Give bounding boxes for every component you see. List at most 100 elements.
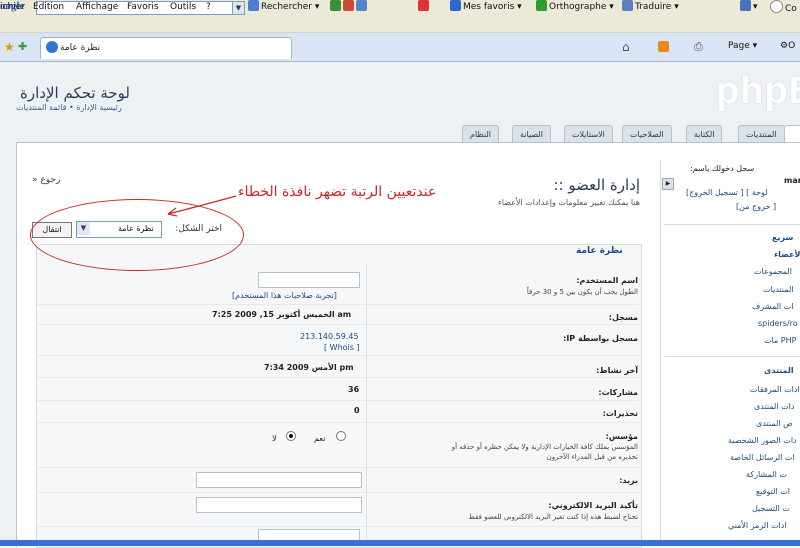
- spellcheck-button[interactable]: Orthographe ▾: [536, 0, 614, 15]
- sidebar-divider: [664, 356, 800, 357]
- feeds-icon[interactable]: [658, 41, 669, 52]
- annotation-ellipse: [30, 199, 244, 271]
- tab-forums[interactable]: المنتديات: [738, 125, 785, 143]
- email-confirm-field[interactable]: [196, 497, 362, 513]
- star-icon: [450, 0, 461, 11]
- toolbar-icons-group[interactable]: [330, 0, 369, 15]
- menu-file[interactable]: ichier: [0, 2, 25, 12]
- tools-menu-button[interactable]: ⚙O: [780, 41, 795, 51]
- row-divider: [37, 355, 639, 356]
- sidebar-border: [660, 160, 661, 546]
- menu-view[interactable]: Affichage: [76, 2, 118, 12]
- tab-maintenance[interactable]: الصيانة: [512, 125, 551, 143]
- home-icon[interactable]: ⌂: [622, 40, 630, 54]
- flag-button[interactable]: [418, 0, 431, 15]
- logged-in-username: mar: [784, 176, 800, 185]
- row-divider: [37, 526, 639, 527]
- back-link[interactable]: » رجوع: [32, 175, 60, 185]
- popup-block-icon: [343, 0, 354, 11]
- tab-permissions[interactable]: الصلاحيات: [622, 125, 672, 143]
- email-confirm-hint: تحتاج لضبط هذه إذا كنت تغير البريد الالك…: [468, 513, 638, 521]
- username-field[interactable]: [258, 272, 360, 288]
- page-title: لوحة تحكم الإدارة: [20, 84, 130, 102]
- row-divider: [37, 467, 639, 468]
- menu-bar: [0, 16, 800, 33]
- breadcrumb[interactable]: رئيسية الإدارة • قائمة المنتديات: [16, 103, 122, 112]
- page-menu-button[interactable]: Page ▾: [728, 41, 757, 51]
- username-hint: الطول يجب أن يكون بين 5 و 30 حرفاً: [526, 288, 638, 296]
- founder-no-radio[interactable]: [286, 431, 296, 441]
- redacted-username: [446, 180, 546, 194]
- sidebar-item-registration[interactable]: ت التسجيل: [752, 504, 790, 513]
- add-favorite-icon[interactable]: ✚: [18, 40, 27, 53]
- warnings-value: 0: [354, 406, 360, 415]
- registration-ip-value[interactable]: 213.140.59.45: [300, 332, 359, 341]
- logout-link[interactable]: [تسجيل الخروج ] [ لوحة: [686, 188, 768, 197]
- favorites-button[interactable]: Mes favoris ▾: [450, 0, 522, 15]
- whois-link[interactable]: [ Whois ]: [324, 343, 360, 352]
- tab-styles[interactable]: الاستايلات: [564, 125, 613, 143]
- fieldset-legend: نظرة عامة: [576, 246, 623, 256]
- globe-icon: [330, 0, 341, 11]
- row-divider: [37, 492, 639, 493]
- print-icon[interactable]: ⎙: [694, 40, 703, 54]
- column-divider: [366, 264, 367, 546]
- row-divider: [37, 422, 639, 423]
- menu-help[interactable]: ?: [206, 2, 211, 12]
- email-confirm-label: تأكيد البريد الالكتروني:: [548, 501, 638, 510]
- sidebar-item-private-messages[interactable]: ات الرسائل الخاصة: [730, 453, 795, 462]
- row-divider: [37, 324, 639, 325]
- founder-yes-radio[interactable]: [336, 431, 346, 441]
- tab-posting[interactable]: الكتابة: [686, 125, 723, 143]
- row-divider: [37, 377, 639, 378]
- translate-button[interactable]: Traduire ▾: [622, 0, 679, 15]
- plus-icon: [356, 0, 367, 11]
- sidebar-item-attachments[interactable]: ادات المرفقات: [750, 385, 800, 394]
- tab-general[interactable]: [784, 125, 800, 143]
- sidebar-item-spiders[interactable]: spiders/ro: [758, 319, 798, 328]
- menu-edit[interactable]: Edition: [33, 2, 64, 12]
- annotation-text: عندتعيين الرتبة تضهر نافذة الخطاء: [238, 184, 437, 200]
- search-icon: [248, 0, 259, 11]
- sidebar-item-board-features[interactable]: ض المنتدى: [756, 419, 793, 428]
- founder-hint: المؤسس يملك كافة الخيارات الإدارية ولا ي…: [451, 443, 638, 451]
- sidebar-item-captcha[interactable]: ادات الرمز الأمني: [728, 521, 787, 530]
- sidebar-item-posting[interactable]: ت المشاركة: [746, 470, 787, 479]
- email-field[interactable]: [196, 472, 362, 488]
- test-permissions-link[interactable]: [تجربة صلاحيات هذا المستخدم]: [232, 291, 337, 300]
- settings-button[interactable]: ▾: [740, 0, 758, 15]
- sidebar-item-moderator-logs[interactable]: ات المشرف: [752, 302, 793, 311]
- logout-admin-link[interactable]: [خروج من ]: [736, 202, 776, 211]
- favorites-star-icon[interactable]: ★: [4, 40, 15, 54]
- tab-system[interactable]: النظام: [462, 125, 500, 143]
- sidebar-item-php-info[interactable]: مات PHP: [764, 336, 796, 345]
- registered-value: الخميس أكتوبر 15, 2009 7:25 am: [212, 310, 352, 319]
- row-divider: [37, 400, 639, 401]
- phpbb-logo: phpB: [716, 70, 800, 112]
- posts-value: 36: [348, 385, 360, 394]
- logged-in-as: سجل دخولك باسم:: [690, 164, 755, 173]
- posts-label: مشاركات:: [598, 388, 638, 397]
- menu-tools[interactable]: Outils: [170, 2, 196, 12]
- sidebar-item-groups[interactable]: المجموعات: [754, 267, 792, 276]
- menu-favorites[interactable]: Favoris: [127, 2, 159, 12]
- sidebar-forum-heading: المنتدى: [764, 366, 794, 375]
- founder-yes-label: نعم: [314, 434, 326, 443]
- sidebar-item-board-settings[interactable]: دات المنتدى: [754, 402, 794, 411]
- sidebar-item-signature[interactable]: ات التوقيع: [756, 487, 790, 496]
- wrench-icon: [740, 0, 751, 11]
- sidebar-item-forums[interactable]: المنتديات: [763, 285, 794, 294]
- registration-ip-label: مسجل بواسطة IP:: [563, 334, 638, 343]
- search-button[interactable]: Rechercher ▾: [248, 0, 319, 15]
- sidebar-divider: [664, 224, 800, 225]
- founder-label: مؤسس:: [605, 432, 638, 441]
- check-icon: [536, 0, 547, 11]
- account-button[interactable]: Co: [770, 0, 797, 15]
- sidebar-members-heading[interactable]: الأعضاء: [774, 250, 800, 259]
- founder-hint-2: تحذيره من قبل المدراء الآخرون: [546, 453, 638, 461]
- play-icon[interactable]: ▶: [662, 178, 674, 190]
- last-active-value: الأمس 2009 7:34 pm: [264, 363, 354, 372]
- last-active-label: آخر نشاط:: [596, 366, 638, 375]
- sidebar-item-avatars[interactable]: دات الصور الشخصية: [728, 436, 797, 445]
- chevron-down-icon[interactable]: ▼: [232, 1, 245, 15]
